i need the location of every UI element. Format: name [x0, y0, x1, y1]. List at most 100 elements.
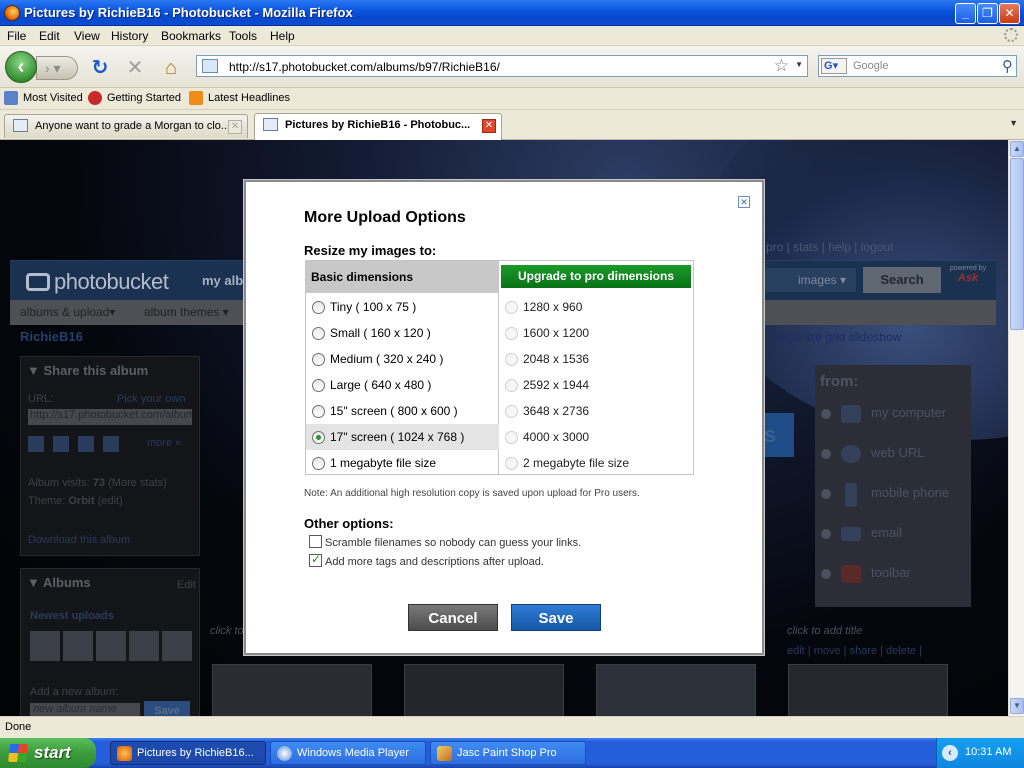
- pb-share-icons[interactable]: [28, 436, 128, 452]
- pb-from-email[interactable]: email: [871, 525, 902, 540]
- pb-view-tools[interactable]: organize grid slideshow: [776, 330, 901, 344]
- add-tags-checkbox[interactable]: [309, 552, 322, 567]
- pb-from-radio[interactable]: [821, 409, 831, 419]
- menu-history[interactable]: History: [111, 29, 148, 43]
- forward-button[interactable]: › ▾: [36, 56, 78, 80]
- pb-from-toolbar[interactable]: toolbar: [871, 565, 911, 580]
- menu-view[interactable]: View: [74, 29, 100, 43]
- minimize-button[interactable]: _: [955, 3, 976, 24]
- menu-help[interactable]: Help: [270, 29, 295, 43]
- pb-new-album-save-button[interactable]: Save: [144, 701, 190, 716]
- pb-from-radio[interactable]: [821, 489, 831, 499]
- close-tab-icon[interactable]: ✕: [228, 120, 242, 134]
- scramble-filenames-label[interactable]: Scramble filenames so nobody can guess y…: [325, 537, 581, 549]
- close-tab-icon[interactable]: ✕: [482, 119, 496, 133]
- pb-nav-albums-upload[interactable]: albums & upload▾: [20, 305, 115, 319]
- add-tags-label[interactable]: Add more tags and descriptions after upl…: [325, 556, 544, 568]
- bookmark-star-icon[interactable]: ☆: [774, 56, 789, 76]
- cancel-button[interactable]: Cancel: [408, 604, 498, 631]
- upgrade-to-pro-button[interactable]: Upgrade to pro dimensions: [501, 265, 691, 288]
- pb-top-links[interactable]: pro | stats | help | logout: [766, 240, 893, 254]
- pb-username[interactable]: RichieB16: [20, 329, 83, 344]
- pb-albums-edit-link[interactable]: Edit: [177, 579, 196, 591]
- pb-from-radio[interactable]: [821, 569, 831, 579]
- home-icon[interactable]: ⌂: [160, 57, 182, 79]
- reload-icon[interactable]: ↻: [89, 57, 111, 79]
- pb-share-more-link[interactable]: more »: [147, 437, 181, 449]
- pb-newest-thumbs[interactable]: [30, 631, 192, 661]
- pb-search-button[interactable]: Search: [863, 267, 941, 293]
- url-bar[interactable]: http://s17.photobucket.com/albums/b97/Ri…: [196, 55, 808, 77]
- pb-click-to-add-title[interactable]: click to add title: [787, 625, 862, 637]
- tab-pictures-by-richieb16[interactable]: Pictures by RichieB16 - Photobuc... ✕: [254, 113, 502, 140]
- bookmark-latest-headlines[interactable]: Latest Headlines: [208, 92, 290, 104]
- scrollbar-thumb[interactable]: [1010, 158, 1024, 330]
- radio-button[interactable]: [312, 301, 325, 314]
- radio-button[interactable]: [312, 405, 325, 418]
- restore-button[interactable]: ❐: [977, 3, 998, 24]
- radio-button[interactable]: [312, 379, 325, 392]
- scramble-filenames-checkbox[interactable]: [309, 535, 322, 548]
- pb-click-to-title-left[interactable]: click to: [210, 625, 244, 637]
- pb-logo[interactable]: photobucket: [26, 269, 169, 295]
- size-option-tiny[interactable]: Tiny ( 100 x 75 ): [306, 294, 499, 320]
- bookmark-most-visited[interactable]: Most Visited: [23, 92, 83, 104]
- scroll-up-arrow-icon[interactable]: ▲: [1010, 141, 1024, 157]
- pb-new-album-input[interactable]: new album name: [30, 703, 140, 716]
- size-option-medium[interactable]: Medium ( 320 x 240 ): [306, 346, 499, 372]
- vertical-scrollbar[interactable]: ▲ ▼: [1008, 140, 1024, 716]
- pb-photo-thumb[interactable]: [212, 664, 372, 716]
- bookmark-getting-started[interactable]: Getting Started: [107, 92, 181, 104]
- pb-from-mobile-phone[interactable]: mobile phone: [871, 485, 949, 500]
- pb-from-web-url[interactable]: web URL: [871, 445, 924, 460]
- tab-anyone-want-to-grade[interactable]: Anyone want to grade a Morgan to clo... …: [4, 114, 248, 138]
- size-option-15-screen[interactable]: 15" screen ( 800 x 600 ): [306, 398, 499, 424]
- save-button[interactable]: Save: [511, 604, 601, 631]
- radio-button-selected[interactable]: [312, 431, 325, 444]
- pb-nav-album-themes[interactable]: album themes ▾: [144, 305, 229, 319]
- scroll-down-arrow-icon[interactable]: ▼: [1010, 698, 1024, 714]
- dialog-close-icon[interactable]: ✕: [738, 196, 750, 208]
- size-option-small[interactable]: Small ( 160 x 120 ): [306, 320, 499, 346]
- back-button[interactable]: ‹: [5, 51, 37, 83]
- taskbar-item-media-player[interactable]: Windows Media Player: [270, 741, 426, 765]
- pb-newest-uploads-link[interactable]: Newest uploads: [30, 610, 114, 622]
- taskbar-item-paint-shop-pro[interactable]: Jasc Paint Shop Pro: [430, 741, 586, 765]
- clock[interactable]: 10:31 AM: [965, 746, 1011, 758]
- pb-search-type-select[interactable]: images ▾: [752, 268, 856, 292]
- taskbar-item-firefox[interactable]: Pictures by RichieB16...: [110, 741, 266, 765]
- stop-icon[interactable]: ✕: [124, 57, 146, 79]
- menu-edit[interactable]: Edit: [39, 29, 60, 43]
- pb-from-radio[interactable]: [821, 449, 831, 459]
- pb-photo-thumb[interactable]: [404, 664, 564, 716]
- menu-tools[interactable]: Tools: [229, 29, 257, 43]
- search-icon[interactable]: ⚲: [1002, 57, 1013, 75]
- pb-photo-thumb[interactable]: [596, 664, 756, 716]
- pb-pick-own-link[interactable]: Pick your own: [117, 393, 185, 405]
- show-hidden-icons-chevron-icon[interactable]: ‹: [942, 745, 958, 761]
- radio-button[interactable]: [312, 457, 325, 470]
- start-button[interactable]: start: [0, 738, 96, 768]
- pb-from-my-computer[interactable]: my computer: [871, 405, 946, 420]
- pb-from-radio[interactable]: [821, 529, 831, 539]
- menu-file[interactable]: File: [7, 29, 26, 43]
- url-history-dropdown-icon[interactable]: ▼: [795, 60, 803, 69]
- pro-size-option: 1280 x 960: [499, 294, 693, 320]
- radio-button[interactable]: [312, 353, 325, 366]
- size-option-17-screen[interactable]: 17" screen ( 1024 x 768 ): [306, 424, 499, 450]
- pb-share-url-field[interactable]: http://s17.photobucket.com/albums: [28, 409, 192, 425]
- list-all-tabs-icon[interactable]: ▼: [1009, 118, 1018, 128]
- search-engine-selector[interactable]: G▾: [821, 58, 847, 74]
- menu-bookmarks[interactable]: Bookmarks: [161, 29, 221, 43]
- search-bar[interactable]: G▾ Google ⚲: [818, 55, 1017, 77]
- pb-upload-button-fragment[interactable]: s: [764, 413, 794, 457]
- close-window-button[interactable]: ✕: [999, 3, 1020, 24]
- pb-thumb-actions[interactable]: edit | move | share | delete |: [787, 645, 922, 657]
- window-title-bar[interactable]: Pictures by RichieB16 - Photobucket - Mo…: [0, 0, 1024, 26]
- size-option-1-megabyte[interactable]: 1 megabyte file size: [306, 450, 499, 476]
- pb-photo-thumb[interactable]: [788, 664, 948, 716]
- pb-my-albums-link[interactable]: my alb: [202, 273, 243, 288]
- size-option-large[interactable]: Large ( 640 x 480 ): [306, 372, 499, 398]
- radio-button[interactable]: [312, 327, 325, 340]
- pb-download-album-link[interactable]: Download this album: [28, 534, 130, 546]
